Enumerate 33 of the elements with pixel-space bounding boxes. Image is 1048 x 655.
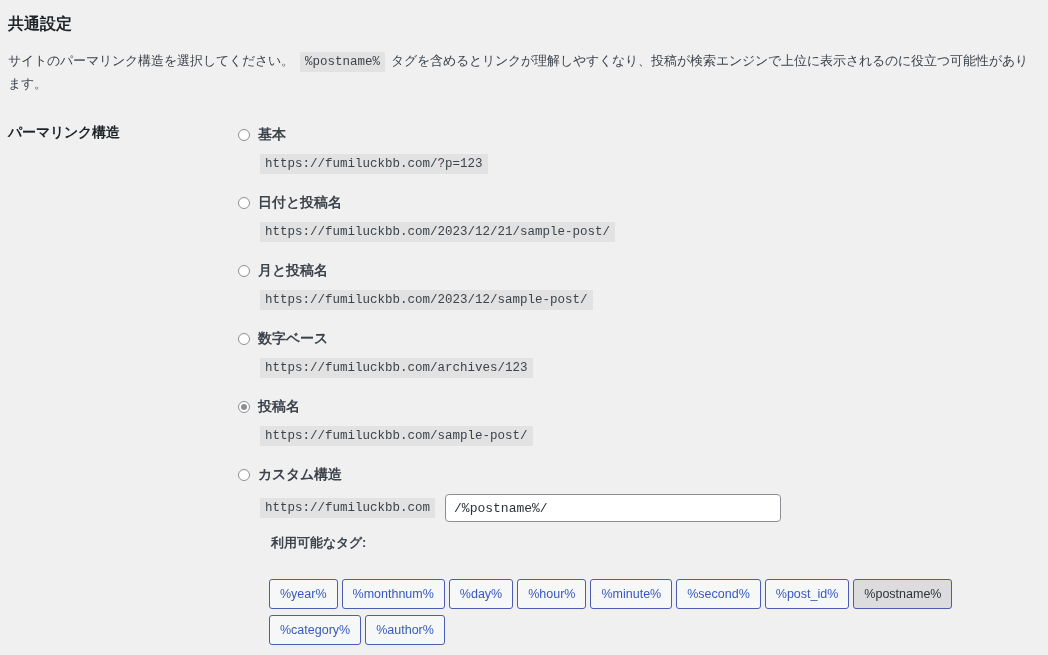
tag-button[interactable]: %postname%: [853, 579, 953, 609]
option-label: 日付と投稿名: [258, 194, 342, 212]
radio-button[interactable]: [238, 333, 250, 345]
radio-button[interactable]: [238, 197, 250, 209]
tag-button[interactable]: %second%: [676, 579, 761, 609]
option-label: カスタム構造: [258, 466, 342, 484]
radio-button[interactable]: [238, 401, 250, 413]
tags-label: 利用可能なタグ:: [271, 534, 368, 552]
section-title: 共通設定: [8, 14, 73, 34]
radio-button[interactable]: [238, 265, 250, 277]
url-example: https://fumiluckbb.com/2023/12/sample-post/: [260, 290, 593, 310]
tag-button[interactable]: %minute%: [590, 579, 673, 609]
option-label: 月と投稿名: [258, 262, 328, 280]
field-label: パーマリンク構造: [8, 124, 121, 142]
option-label: 数字ベース: [258, 330, 328, 348]
option-label: 基本: [258, 126, 286, 144]
tag-button[interactable]: %post_id%: [764, 579, 850, 609]
tag-button[interactable]: %author%: [365, 615, 445, 645]
radio-button[interactable]: [238, 129, 250, 141]
tag-button[interactable]: %monthnum%: [341, 579, 445, 609]
radio-button[interactable]: [238, 469, 250, 481]
url-example: https://fumiluckbb.com/archives/123: [260, 358, 533, 378]
tag-button[interactable]: %day%: [448, 579, 514, 609]
option-label: 投稿名: [258, 398, 300, 416]
url-example: https://fumiluckbb.com/2023/12/21/sample-post/: [260, 222, 616, 242]
tag-button[interactable]: %category%: [269, 615, 362, 645]
input-field[interactable]: /%postname%/: [445, 494, 782, 522]
description-text: サイトのパーマリンク構造を選択してください。 %postname% タグを含めるとリンクが理解しやすくなり、投稿が検索エンジンで上位に表示されるのに役立つ可能性があります。: [8, 51, 1029, 93]
url-example: https://fumiluckbb.com/?p=123: [260, 154, 488, 174]
tag-button[interactable]: %hour%: [517, 579, 587, 609]
url-prefix: https://fumiluckbb.com: [260, 498, 436, 518]
tag-button[interactable]: %year%: [269, 579, 338, 609]
url-example: https://fumiluckbb.com/sample-post/: [260, 426, 533, 446]
